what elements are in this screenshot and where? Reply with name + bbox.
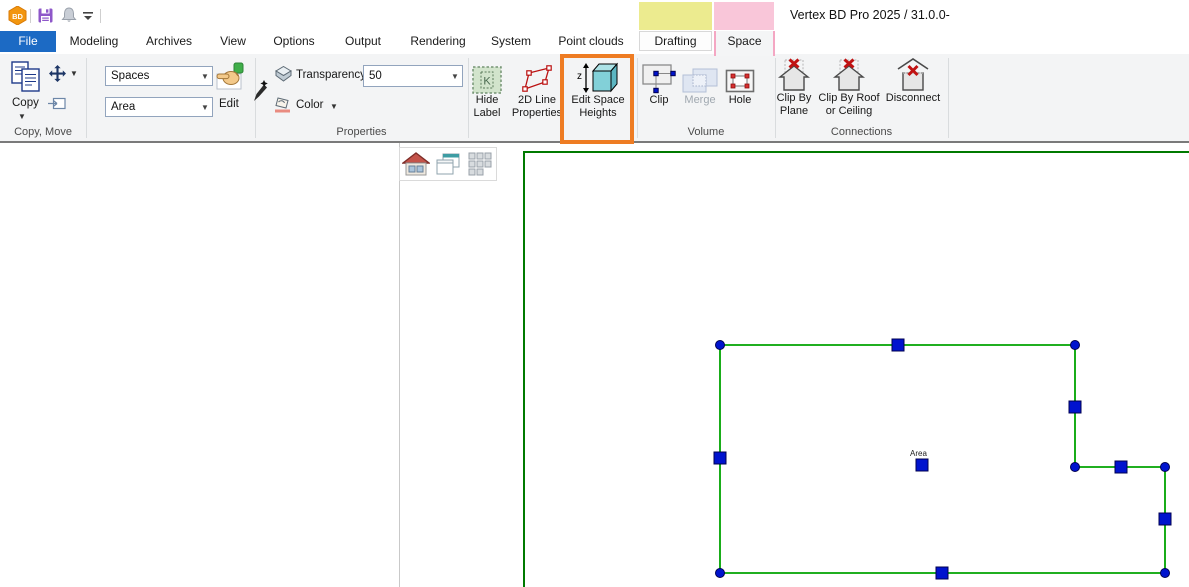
vertex-handle[interactable] xyxy=(1071,463,1080,472)
space-polygon-drawing[interactable] xyxy=(0,0,1189,587)
space-center-handle[interactable] xyxy=(916,459,928,471)
edge-midpoint-handle[interactable] xyxy=(714,452,726,464)
edge-midpoint-handle[interactable] xyxy=(1115,461,1127,473)
edge-midpoint-handle[interactable] xyxy=(1069,401,1081,413)
space-area-label: Area xyxy=(910,449,927,458)
application-window: BD Vertex BD Pro 2025 / 31.0.0- File Mod… xyxy=(0,0,1189,587)
edge-midpoint-handle[interactable] xyxy=(936,567,948,579)
vertex-handle[interactable] xyxy=(1161,463,1170,472)
edge-midpoint-handle[interactable] xyxy=(892,339,904,351)
space-boundary[interactable] xyxy=(720,345,1165,573)
vertex-handle[interactable] xyxy=(1071,341,1080,350)
vertex-handle[interactable] xyxy=(716,341,725,350)
edge-midpoint-handle[interactable] xyxy=(1159,513,1171,525)
vertex-handle[interactable] xyxy=(716,569,725,578)
vertex-handle[interactable] xyxy=(1161,569,1170,578)
